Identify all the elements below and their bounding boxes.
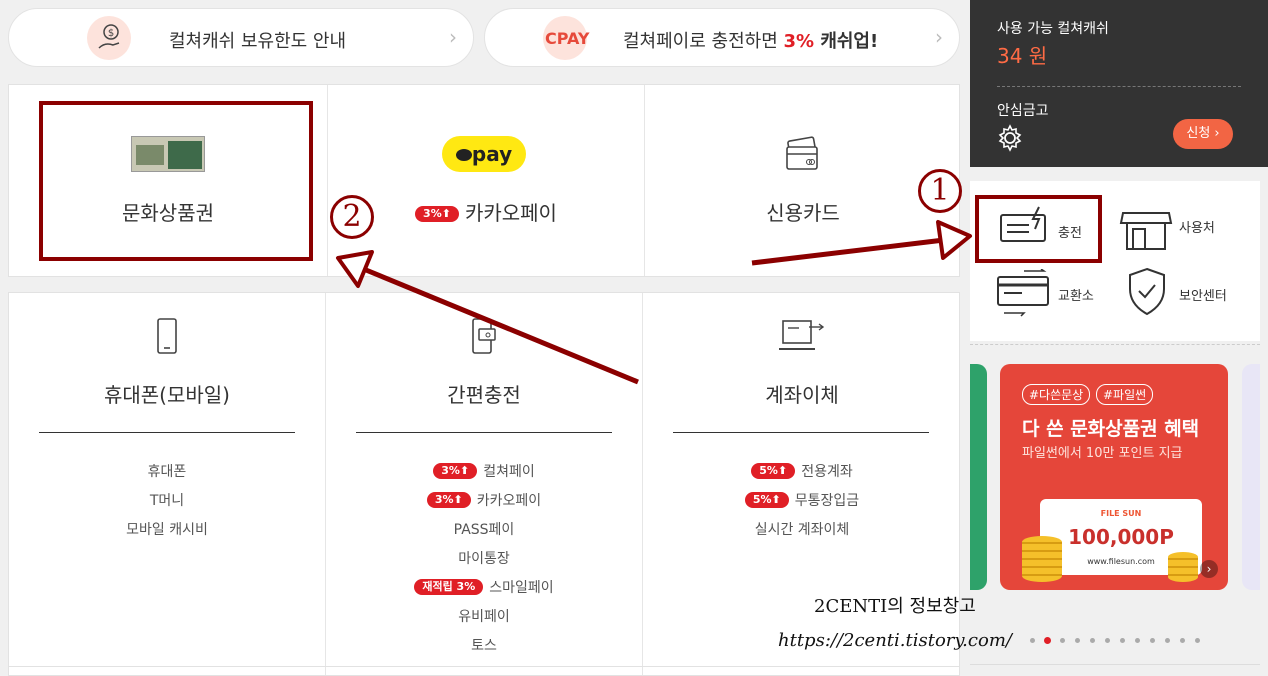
watermark-url: https://2centi.tistory.com/: [778, 630, 1012, 651]
annotation-arrows: [336, 220, 972, 385]
annotation-arrow-1: [751, 220, 972, 266]
annotation-arrow-2: [336, 250, 639, 385]
watermark-title: 2CENTI의 정보창고: [814, 596, 976, 617]
